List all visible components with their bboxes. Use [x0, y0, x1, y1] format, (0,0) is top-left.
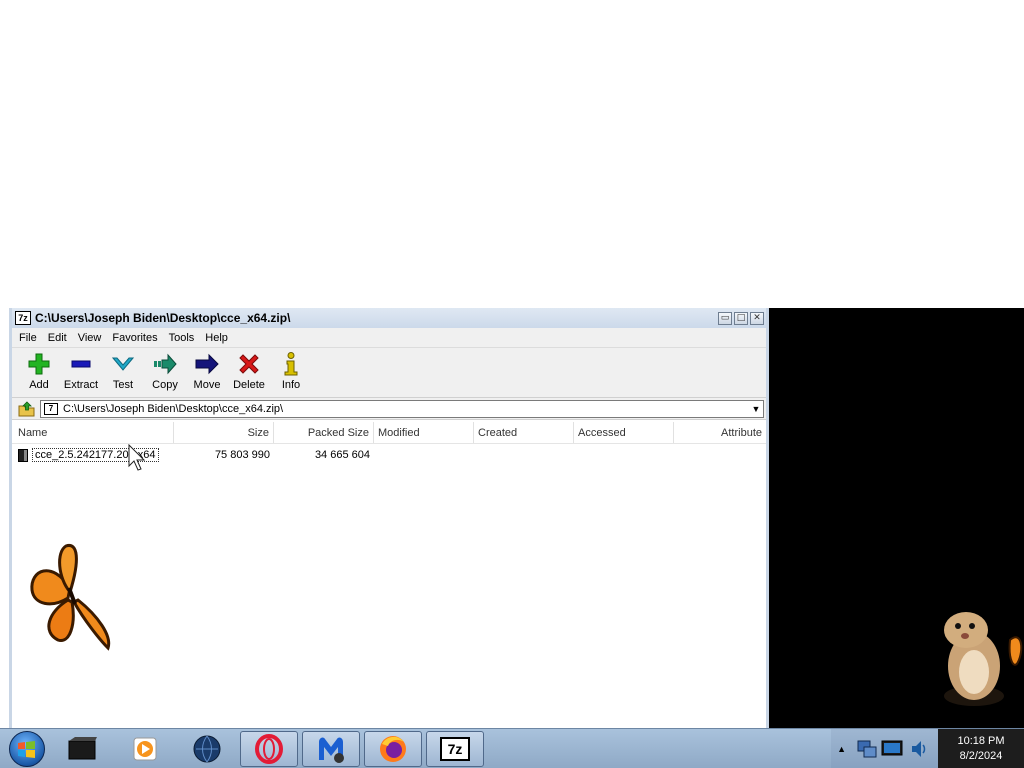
globe-icon	[193, 735, 221, 762]
file-size: 75 803 990	[214, 449, 270, 461]
system-tray: ▲ 10:18 PM 8/2/2024	[831, 728, 1024, 768]
taskbar-app-7zip[interactable]: 7z	[426, 730, 484, 767]
tray-expand-icon[interactable]: ▲	[837, 744, 846, 754]
clock-time: 10:18 PM	[957, 734, 1005, 747]
folder-up-icon	[18, 400, 35, 416]
info-icon	[278, 351, 304, 377]
address-bar: 7 C:\Users\Joseph Biden\Desktop\cce_x64.…	[12, 398, 766, 420]
column-attributes[interactable]: Attribute	[674, 422, 766, 443]
menu-tools[interactable]: Tools	[167, 332, 201, 344]
add-button[interactable]: Add	[18, 351, 60, 391]
menu-file[interactable]: File	[17, 332, 43, 344]
taskbar-app-media[interactable]	[116, 731, 174, 767]
7zip-window: 7z C:\Users\Joseph Biden\Desktop\cce_x64…	[9, 308, 769, 728]
close-button[interactable]: ✕	[750, 311, 764, 325]
extract-button[interactable]: Extract	[60, 351, 102, 391]
clock[interactable]: 10:18 PM 8/2/2024	[938, 728, 1024, 768]
clock-date: 8/2/2024	[959, 749, 1003, 762]
column-headers: Name Size Packed Size Modified Created A…	[12, 422, 766, 444]
blank-area	[0, 0, 1024, 308]
column-packed-size[interactable]: Packed Size	[274, 422, 374, 443]
maximize-button[interactable]: □	[734, 311, 748, 325]
mouse-cursor-icon	[128, 444, 146, 471]
file-row[interactable]: cce_2.5.242177.201 x64 75 803 990 34 665…	[12, 445, 766, 465]
title-bar[interactable]: 7z C:\Users\Joseph Biden\Desktop\cce_x64…	[12, 308, 766, 328]
hamster-image	[944, 612, 1023, 706]
column-accessed[interactable]: Accessed	[574, 422, 674, 443]
file-icon	[18, 448, 28, 462]
terminal-icon	[68, 736, 97, 759]
minimize-button[interactable]: ▭	[718, 311, 732, 325]
zip-archive-icon: 7	[44, 402, 58, 415]
opera-icon	[255, 733, 283, 764]
taskbar-app-network[interactable]	[178, 731, 236, 767]
column-created[interactable]: Created	[474, 422, 574, 443]
firefox-icon	[380, 735, 406, 762]
copy-label: Copy	[152, 379, 178, 391]
file-packed-size: 34 665 604	[314, 449, 370, 461]
add-plus-icon	[26, 351, 52, 377]
menu-help[interactable]: Help	[203, 332, 234, 344]
info-button[interactable]: Info	[270, 351, 312, 391]
copy-arrow-icon	[152, 351, 178, 377]
start-button[interactable]	[0, 729, 54, 768]
file-name-cell[interactable]: cce_2.5.242177.201 x64	[12, 448, 174, 462]
delete-button[interactable]: Delete	[228, 351, 270, 391]
7zip-icon: 7z	[440, 736, 470, 761]
column-modified[interactable]: Modified	[374, 422, 474, 443]
info-label: Info	[281, 379, 301, 391]
network-icon[interactable]	[856, 738, 878, 760]
chevron-down-icon[interactable]: ▼	[749, 404, 763, 414]
taskbar-app-malwarebytes[interactable]	[302, 730, 360, 767]
test-check-icon	[110, 351, 136, 377]
taskbar-app-firefox[interactable]	[364, 730, 422, 767]
menu-view[interactable]: View	[76, 332, 108, 344]
column-name[interactable]: Name	[12, 422, 174, 443]
7zip-app-icon: 7z	[15, 311, 31, 325]
test-button[interactable]: Test	[102, 351, 144, 391]
taskbar: 7z ▲ 10:18 PM 8/2/2024	[0, 728, 1024, 768]
extract-label: Extract	[63, 379, 99, 391]
copy-button[interactable]: Copy	[144, 351, 186, 391]
menu-edit[interactable]: Edit	[46, 332, 73, 344]
folder-up-button[interactable]	[14, 400, 40, 418]
butterfly-image	[30, 543, 111, 651]
add-label: Add	[29, 379, 49, 391]
delete-label: Delete	[233, 379, 265, 391]
taskbar-app-opera[interactable]	[240, 730, 298, 767]
speaker-icon[interactable]	[910, 738, 930, 760]
column-size[interactable]: Size	[174, 422, 274, 443]
taskbar-app-terminal[interactable]	[54, 731, 112, 767]
media-player-icon	[133, 737, 157, 760]
address-path: C:\Users\Joseph Biden\Desktop\cce_x64.zi…	[63, 402, 284, 415]
move-label: Move	[193, 379, 221, 391]
windows-logo-icon	[9, 730, 45, 767]
delete-x-icon	[236, 351, 262, 377]
toolbar: Add Extract Test Copy Move Delete Info	[12, 348, 766, 398]
move-button[interactable]: Move	[186, 351, 228, 391]
menu-bar: File Edit View Favorites Tools Help	[12, 328, 766, 348]
desktop-screen: 7z C:\Users\Joseph Biden\Desktop\cce_x64…	[0, 0, 1024, 768]
extract-minus-icon	[68, 351, 94, 377]
monitor-icon[interactable]	[880, 738, 906, 760]
malwarebytes-icon	[319, 737, 344, 763]
menu-favorites[interactable]: Favorites	[110, 332, 163, 344]
test-label: Test	[112, 379, 134, 391]
window-title: C:\Users\Joseph Biden\Desktop\cce_x64.zi…	[35, 311, 291, 325]
address-field[interactable]: 7 C:\Users\Joseph Biden\Desktop\cce_x64.…	[40, 399, 764, 418]
move-arrow-icon	[194, 351, 220, 377]
